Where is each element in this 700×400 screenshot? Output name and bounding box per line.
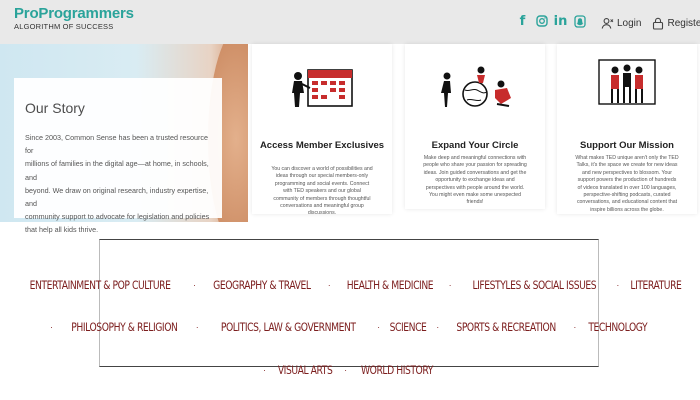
facebook-icon[interactable]: f (516, 14, 529, 29)
topic-separator: · (616, 280, 620, 290)
our-story-line: that help all kids thrive. (25, 225, 99, 235)
topic-link[interactable]: SPORTS & RECREATION (457, 320, 557, 334)
user-icon (601, 17, 614, 30)
topic-link[interactable]: POLITICS, LAW & GOVERNMENT (221, 320, 356, 334)
card-title: Access Member Exclusives (259, 140, 385, 151)
snapchat-icon[interactable] (573, 14, 586, 28)
topics-frame (99, 239, 599, 367)
people-globe-illustration-icon (441, 66, 511, 107)
card-body: Make deep and meaningful connections wit… (423, 155, 527, 206)
topic-link[interactable]: SCIENCE (390, 320, 427, 334)
topic-separator: · (195, 322, 199, 332)
our-story-line: community support to advocate for legisl… (25, 212, 210, 222)
instagram-icon[interactable] (535, 14, 548, 28)
feature-card-exclusives[interactable]: Access Member Exclusives You can discove… (252, 44, 392, 216)
login-link[interactable]: Login (601, 17, 641, 30)
brand-tagline: ALGORITHM OF SUCCESS (14, 22, 114, 31)
topics-row-3: · VISUAL ARTS · WORLD HISTORY (0, 363, 700, 377)
lock-icon (651, 17, 664, 30)
topic-link[interactable]: LIFESTYLES & SOCIAL ISSUES (472, 278, 596, 292)
brand-name: ProProgrammers (14, 5, 134, 22)
topic-link[interactable]: WORLD HISTORY (361, 363, 433, 377)
topic-link[interactable]: ENTERTAINMENT & POP CULTURE (29, 278, 170, 292)
topic-separator: · (262, 365, 266, 375)
card-title: Expand Your Circle (431, 140, 519, 151)
brand-logo[interactable]: ProProgrammers ALGORITHM OF SUCCESS (14, 5, 134, 31)
topics-row-1: ENTERTAINMENT & POP CULTURE · GEOGRAPHY … (0, 278, 700, 292)
page: ProProgrammers ALGORITHM OF SUCCESS f in… (0, 0, 700, 400)
topic-separator: · (448, 280, 452, 290)
topic-separator: · (377, 322, 381, 332)
our-story-line: beyond. We draw on original research, in… (25, 185, 209, 209)
feature-card-circle[interactable]: Expand Your Circle Make deep and meaning… (405, 44, 545, 209)
topic-link[interactable]: GEOGRAPHY & TRAVEL (213, 278, 311, 292)
topic-separator: · (573, 322, 577, 332)
topic-link[interactable]: HEALTH & MEDICINE (347, 278, 434, 292)
topic-separator: · (50, 322, 54, 332)
support-group-illustration-icon (598, 59, 656, 105)
topic-separator: · (344, 365, 348, 375)
top-navigation-bar: ProProgrammers ALGORITHM OF SUCCESS f in… (0, 0, 700, 44)
calendar-illustration-icon (292, 69, 353, 107)
our-story-line: millions of families in the digital age—… (25, 159, 209, 182)
topic-link[interactable]: VISUAL ARTS (278, 363, 333, 377)
topic-separator: · (436, 322, 440, 332)
card-body: You can discover a world of possibilitie… (271, 166, 373, 217)
auth-links: Login Register (601, 17, 700, 30)
card-body: What makes TED unique aren't only the TE… (575, 155, 679, 213)
social-links: f in (516, 14, 586, 29)
card-title: Support Our Mission (580, 140, 674, 151)
topics-row-2: · PHILOSOPHY & RELIGION · POLITICS, LAW … (0, 320, 700, 334)
linkedin-icon[interactable]: in (554, 14, 568, 29)
register-link[interactable]: Register (651, 17, 700, 30)
our-story-text: Since 2003, Common Sense has been a trus… (25, 131, 215, 237)
topic-link[interactable]: TECHNOLOGY (589, 320, 648, 334)
our-story-line: Since 2003, Common Sense has been a trus… (25, 133, 208, 156)
feature-card-mission[interactable]: Support Our Mission What makes TED uniqu… (557, 44, 697, 214)
topic-separator: · (192, 280, 196, 290)
topic-link[interactable]: LITERATURE (631, 278, 682, 292)
login-label: Login (617, 18, 642, 29)
topic-link[interactable]: PHILOSOPHY & RELIGION (71, 320, 178, 334)
register-label: Register (667, 18, 700, 29)
our-story-title: Our Story (25, 100, 85, 116)
topic-separator: · (327, 280, 331, 290)
